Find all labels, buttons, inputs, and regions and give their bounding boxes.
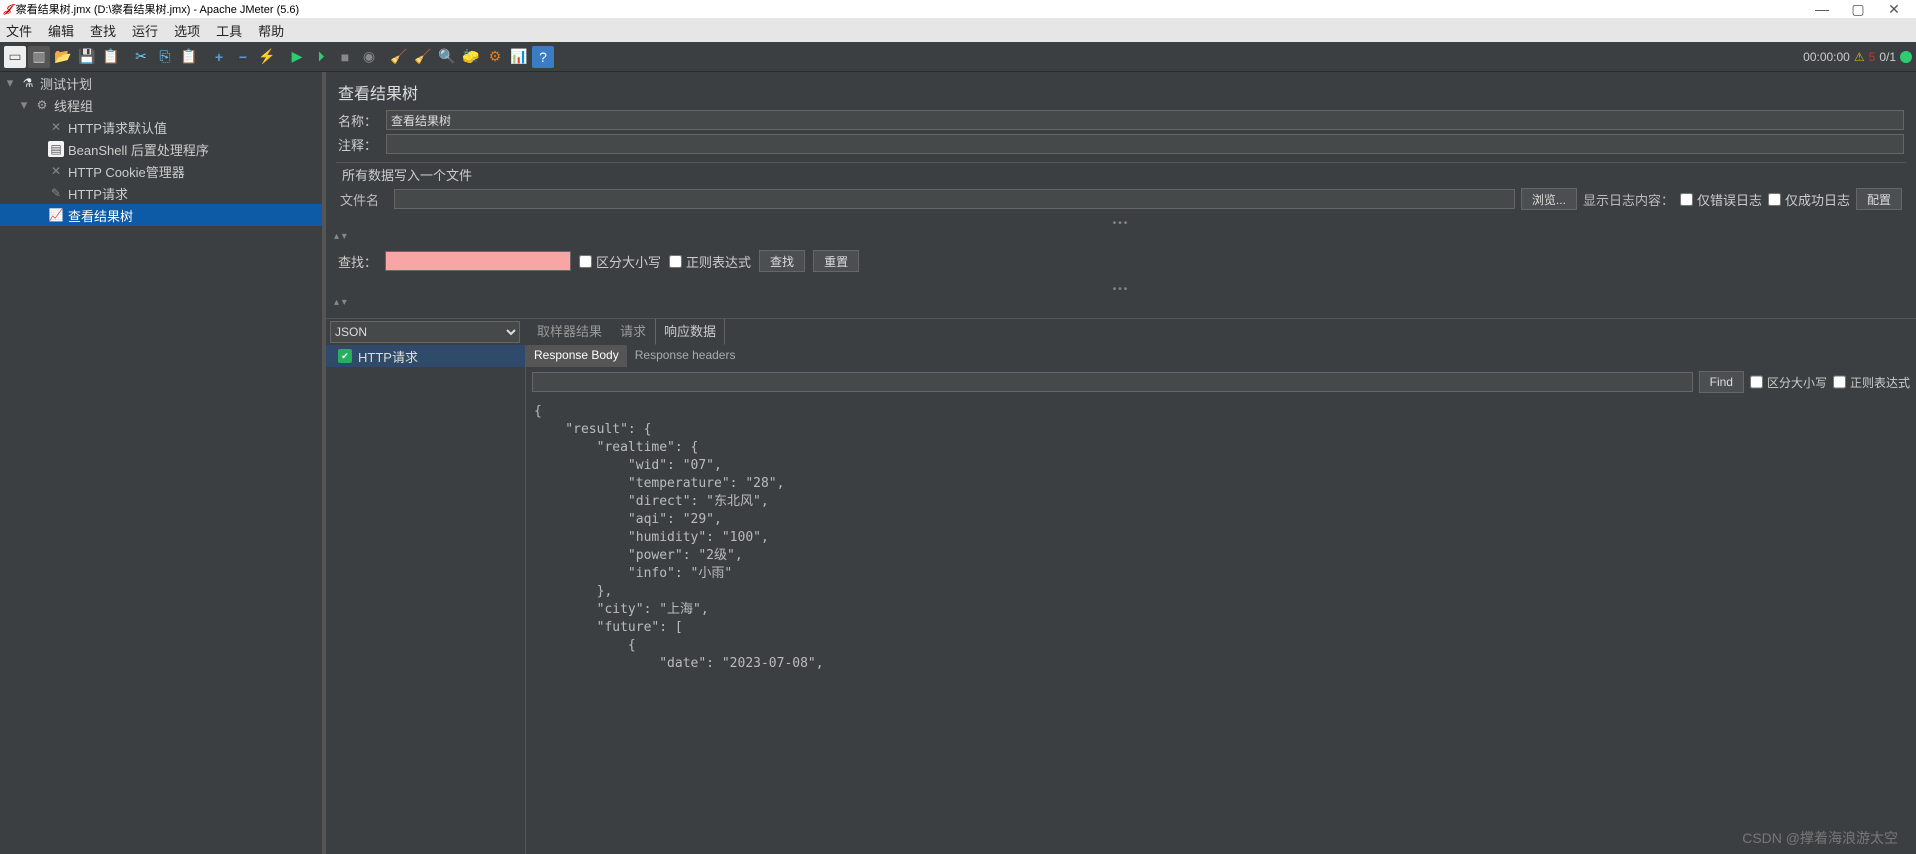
thread-ratio: 0/1 [1879,50,1896,64]
copy-icon[interactable]: ⎘ [154,46,176,68]
script-icon: ▤ [48,141,64,157]
comment-input[interactable] [386,134,1904,154]
maximize-button[interactable]: ▢ [1840,1,1876,18]
tab-response-data[interactable]: 响应数据 [655,318,725,345]
watermark: CSDN @撑着海浪游太空 [1742,828,1898,848]
result-sample-item[interactable]: ✔ HTTP请求 [326,345,525,367]
reset-button[interactable]: 重置 [813,250,859,272]
remove-icon[interactable]: − [232,46,254,68]
listener-icon: 📈 [48,207,64,223]
disable-icon[interactable]: ⚡ [256,46,278,68]
status-indicator-icon [1900,51,1912,63]
result-sample-tree[interactable]: ✔ HTTP请求 [326,345,526,854]
save-icon[interactable]: 💾 [76,46,98,68]
subtab-response-body[interactable]: Response Body [526,345,627,367]
run-icon[interactable]: ▶ [286,46,308,68]
sampler-icon: ✎ [48,185,64,201]
comment-label: 注释： [338,135,378,154]
name-label: 名称： [338,111,378,130]
clear-all-icon[interactable]: 🧹 [412,46,434,68]
gear-icon: ⚙ [34,97,50,113]
window-title: 察看结果树.jmx (D:\察看结果树.jmx) - Apache JMeter… [16,1,300,17]
collapse-handle[interactable]: ▴ ▾ [326,231,1916,242]
cut-icon[interactable]: ✂ [130,46,152,68]
menu-run[interactable]: 运行 [132,21,158,40]
render-format-select[interactable]: JSON [330,321,520,343]
run-no-timer-icon[interactable]: ⏵ [310,46,332,68]
response-find-regex-checkbox[interactable]: 正则表达式 [1833,372,1910,392]
only-success-checkbox[interactable]: 仅成功日志 [1768,190,1850,209]
tree-test-plan[interactable]: ▾⚗ 测试计划 [0,72,322,94]
menu-file[interactable]: 文件 [6,21,32,40]
search-button[interactable]: 查找 [759,250,805,272]
search-case-checkbox[interactable]: 区分大小写 [579,252,661,271]
open-icon[interactable]: 📂 [52,46,74,68]
flask-icon: ⚗ [20,75,36,91]
menu-help[interactable]: 帮助 [258,21,284,40]
paste-icon[interactable]: 📋 [178,46,200,68]
success-icon: ✔ [338,349,352,363]
save-as-icon[interactable]: 📋 [100,46,122,68]
tree-view-results-tree[interactable]: 📈 查看结果树 [0,204,322,226]
add-icon[interactable]: + [208,46,230,68]
tree-thread-group[interactable]: ▾⚙ 线程组 [0,94,322,116]
test-plan-tree[interactable]: ▾⚗ 测试计划 ▾⚙ 线程组 ✕ HTTP请求默认值 ▤ BeanShell 后… [0,72,326,854]
elapsed-time: 00:00:00 [1803,50,1850,64]
title-bar: 𝒥 察看结果树.jmx (D:\察看结果树.jmx) - Apache JMet… [0,0,1916,18]
clear-icon[interactable]: 🧹 [388,46,410,68]
collapse-handle[interactable]: ▴ ▾ [326,297,1916,308]
tree-http-defaults[interactable]: ✕ HTTP请求默认值 [0,116,322,138]
search-label: 查找： [338,252,377,271]
menu-search[interactable]: 查找 [90,21,116,40]
subtab-response-headers[interactable]: Response headers [627,345,744,367]
report-icon[interactable]: 📊 [508,46,530,68]
templates-icon[interactable]: ▥ [28,46,50,68]
tree-cookie-manager[interactable]: ✕ HTTP Cookie管理器 [0,160,322,182]
response-find-case-checkbox[interactable]: 区分大小写 [1750,372,1827,392]
separator: ••• [326,218,1916,229]
toolbar: ▭ ▥ 📂 💾 📋 ✂ ⎘ 📋 + − ⚡ ▶ ⏵ ■ ◉ 🧹 🧹 🔍 🧽 ⚙ … [0,42,1916,72]
filename-label: 文件名 [340,190,388,209]
name-input[interactable] [386,110,1904,130]
response-find-input[interactable] [532,372,1693,392]
search-icon[interactable]: 🔍 [436,46,458,68]
only-errors-checkbox[interactable]: 仅错误日志 [1680,190,1762,209]
tree-http-request[interactable]: ✎ HTTP请求 [0,182,322,204]
filename-input[interactable] [394,189,1515,209]
reset-search-icon[interactable]: 🧽 [460,46,482,68]
browse-button[interactable]: 浏览... [1521,188,1577,210]
response-find-button[interactable]: Find [1699,371,1744,393]
new-icon[interactable]: ▭ [4,46,26,68]
configure-button[interactable]: 配置 [1856,188,1902,210]
menu-bar: 文件 编辑 查找 运行 选项 工具 帮助 [0,18,1916,42]
tab-request[interactable]: 请求 [611,318,655,345]
error-count: 5 [1869,50,1876,64]
panel-title: 查看结果树 [326,72,1916,108]
minimize-button[interactable]: — [1804,1,1840,17]
app-icon: 𝒥 [4,3,12,16]
menu-edit[interactable]: 编辑 [48,21,74,40]
config-icon: ✕ [48,119,64,135]
file-section-header: 所有数据写入一个文件 [336,165,1906,184]
search-input[interactable] [385,251,571,271]
help-icon[interactable]: ? [532,46,554,68]
function-helper-icon[interactable]: ⚙ [484,46,506,68]
tab-sampler-result[interactable]: 取样器结果 [528,318,611,345]
shutdown-icon[interactable]: ◉ [358,46,380,68]
content-pane: 查看结果树 名称： 注释： 所有数据写入一个文件 文件名 浏览... 显示日志内… [326,72,1916,854]
show-log-label: 显示日志内容： [1583,190,1674,209]
close-button[interactable]: ✕ [1876,1,1912,18]
response-body-text[interactable]: { "result": { "realtime": { "wid": "07",… [526,397,1916,854]
tree-beanshell-post[interactable]: ▤ BeanShell 后置处理程序 [0,138,322,160]
config-icon: ✕ [48,163,64,179]
menu-tools[interactable]: 工具 [216,21,242,40]
warning-icon[interactable]: ⚠ [1854,50,1865,64]
search-regex-checkbox[interactable]: 正则表达式 [669,252,751,271]
menu-options[interactable]: 选项 [174,21,200,40]
separator: ••• [326,284,1916,295]
stop-icon[interactable]: ■ [334,46,356,68]
